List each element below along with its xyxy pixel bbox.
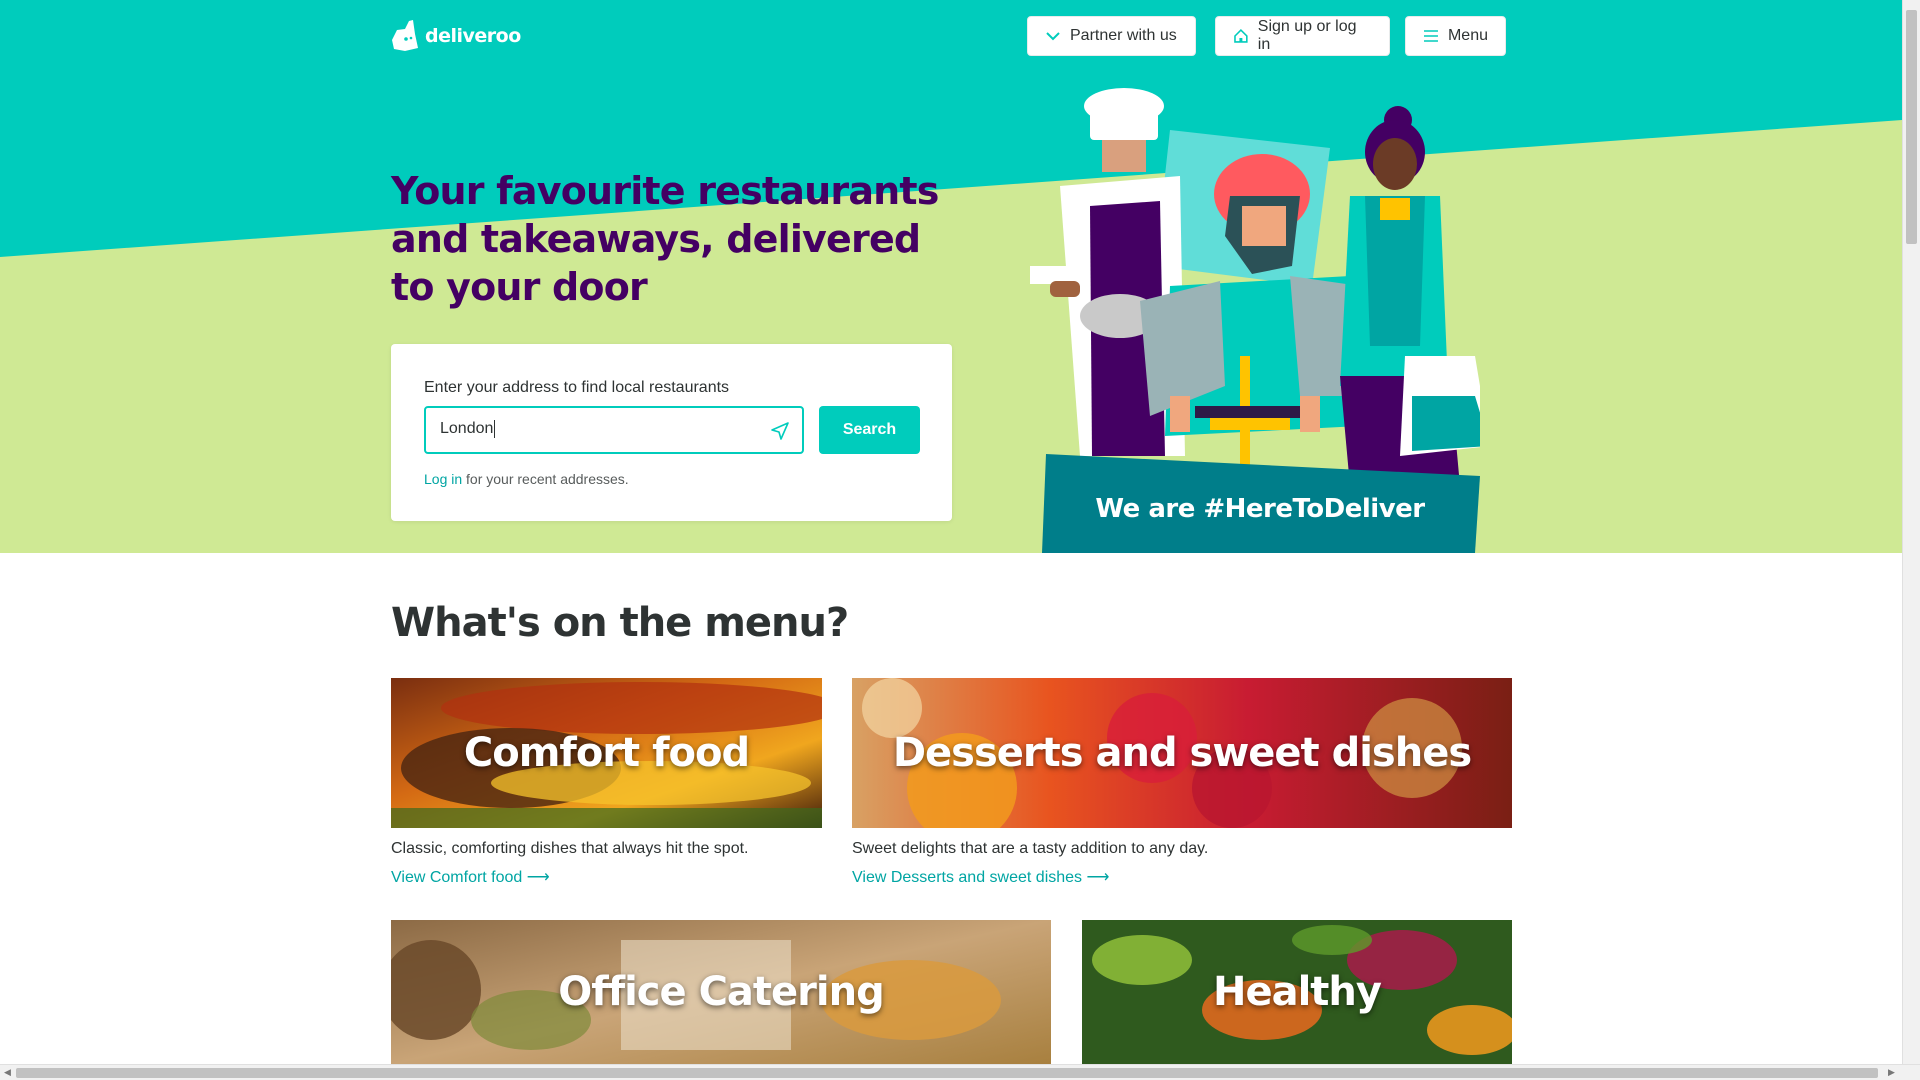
- menu-section-title: What's on the menu?: [391, 600, 849, 646]
- riders-illustration: [1030, 88, 1480, 553]
- menu-button[interactable]: Menu: [1405, 16, 1506, 56]
- horizontal-scrollbar[interactable]: ◀ ▶: [0, 1064, 1920, 1080]
- comfort-food-description: Classic, comforting dishes that always h…: [391, 840, 749, 857]
- chevron-down-icon: [1046, 32, 1060, 41]
- text-caret: [494, 420, 496, 438]
- sign-up-or-log-in-button[interactable]: Sign up or log in: [1215, 16, 1390, 56]
- category-card-office-catering[interactable]: Office Catering: [391, 920, 1051, 1064]
- kangaroo-logo-icon: [392, 20, 418, 51]
- top-navigation: deliveroo Partner with us Sign up or log…: [0, 0, 1902, 72]
- healthy-image[interactable]: Healthy: [1082, 920, 1512, 1064]
- home-icon: [1234, 28, 1248, 43]
- comfort-food-image[interactable]: Comfort food: [391, 678, 822, 828]
- vertical-scrollbar[interactable]: [1902, 0, 1920, 1064]
- category-card-desserts[interactable]: Desserts and sweet dishes Sweet delights…: [852, 678, 1512, 887]
- office-catering-title: Office Catering: [558, 969, 884, 1015]
- comfort-food-title: Comfort food: [463, 730, 750, 776]
- hamburger-icon: [1423, 30, 1438, 42]
- address-input-wrapper[interactable]: London: [424, 406, 804, 454]
- logo-text: deliveroo: [425, 25, 521, 47]
- search-button[interactable]: Search: [819, 406, 920, 454]
- deliveroo-logo[interactable]: deliveroo: [391, 20, 521, 52]
- desserts-image[interactable]: Desserts and sweet dishes: [852, 678, 1512, 828]
- horizontal-scrollbar-thumb[interactable]: [16, 1068, 1878, 1078]
- hero-section: deliveroo Partner with us Sign up or log…: [0, 0, 1902, 553]
- office-catering-image[interactable]: Office Catering: [391, 920, 1051, 1064]
- category-card-healthy[interactable]: Healthy: [1082, 920, 1512, 1064]
- view-comfort-food-link[interactable]: View Comfort food ⟶: [391, 867, 822, 887]
- menu-label: Menu: [1447, 27, 1488, 44]
- hero-headline: Your favourite restaurants and takeaways…: [391, 169, 939, 309]
- desserts-description: Sweet delights that are a tasty addition…: [852, 840, 1209, 857]
- partner-label: Partner with us: [1070, 27, 1177, 44]
- recent-note-text: for your recent addresses.: [462, 471, 629, 487]
- view-desserts-link[interactable]: View Desserts and sweet dishes ⟶: [852, 867, 1512, 887]
- category-card-comfort-food[interactable]: Comfort food Classic, comforting dishes …: [391, 678, 822, 887]
- log-in-link[interactable]: Log in: [424, 471, 462, 487]
- location-arrow-icon[interactable]: [770, 421, 790, 441]
- here-to-deliver-banner: We are #HereToDeliver: [1095, 494, 1425, 524]
- recent-addresses-note: Log in for your recent addresses.: [424, 471, 629, 487]
- signup-label: Sign up or log in: [1257, 18, 1357, 53]
- address-search-card: Enter your address to find local restaur…: [391, 344, 952, 521]
- partner-with-us-button[interactable]: Partner with us: [1027, 16, 1196, 56]
- scroll-right-arrow-icon[interactable]: ▶: [1888, 1067, 1895, 1078]
- vertical-scrollbar-thumb[interactable]: [1906, 10, 1917, 244]
- address-input[interactable]: London: [440, 420, 760, 438]
- healthy-title: Healthy: [1213, 969, 1382, 1015]
- scroll-left-arrow-icon[interactable]: ◀: [4, 1067, 11, 1078]
- address-value: London: [440, 420, 494, 438]
- desserts-title: Desserts and sweet dishes: [892, 730, 1472, 776]
- search-label: Enter your address to find local restaur…: [424, 379, 730, 396]
